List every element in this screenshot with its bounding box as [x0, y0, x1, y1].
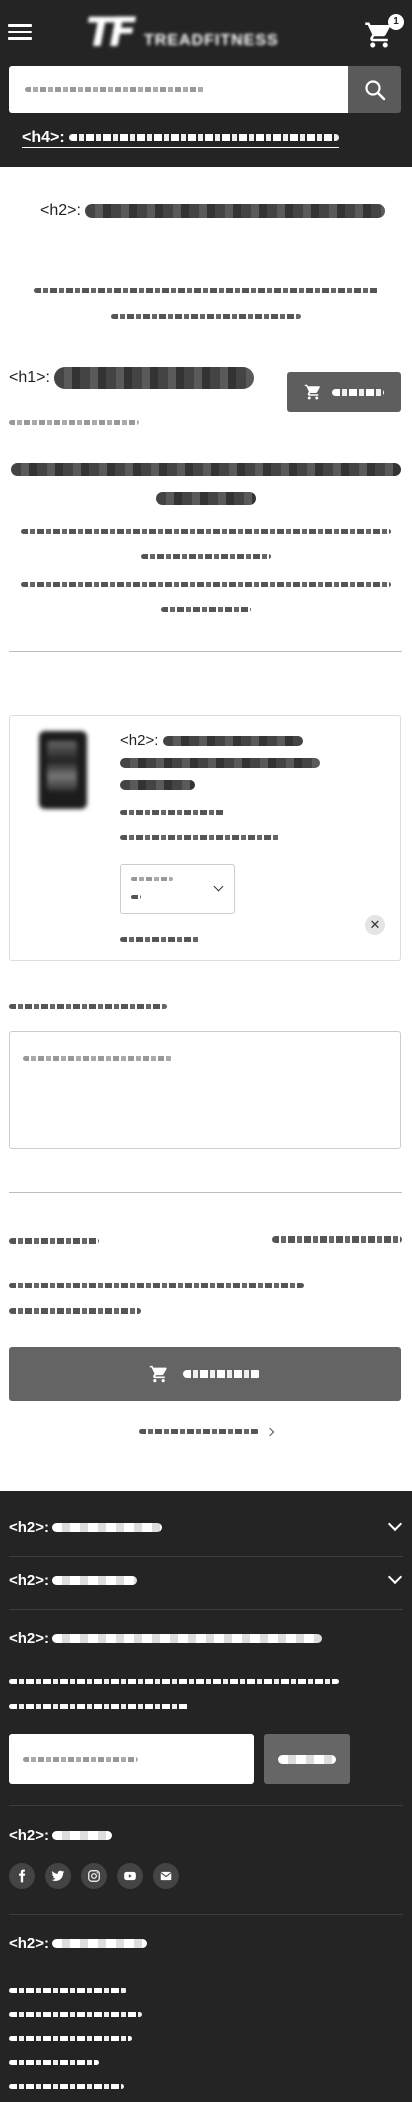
newsletter-text: [9, 1673, 339, 1691]
footer-accordion-2[interactable]: <h2>:: [9, 1572, 403, 1589]
notice-heading: <h2>:: [40, 202, 385, 220]
chevron-down-icon: [213, 881, 224, 892]
order-note-textarea[interactable]: [9, 1031, 401, 1149]
cart-icon: [149, 1365, 167, 1383]
footer-link[interactable]: [9, 2002, 142, 2026]
close-icon: ✕: [369, 917, 381, 932]
footer-accordion-1[interactable]: <h2>:: [9, 1519, 403, 1536]
site-header: TF TREADFITNESS 1 <h4>:: [0, 0, 412, 167]
product-image[interactable]: [39, 731, 87, 809]
checkout-button[interactable]: [9, 1347, 401, 1401]
email-icon[interactable]: [153, 1863, 179, 1889]
newsletter-email-input[interactable]: [9, 1734, 254, 1784]
social-links: [9, 1863, 179, 1889]
cart-button[interactable]: 1: [364, 14, 404, 50]
cart-title: <h1>:: [9, 367, 254, 389]
product-price: [120, 804, 225, 822]
quantity-select[interactable]: [120, 864, 235, 914]
footer-link[interactable]: [9, 2050, 142, 2074]
footer-link[interactable]: [9, 1978, 142, 2002]
divider: [9, 1192, 402, 1193]
remove-item-button[interactable]: ✕: [365, 915, 385, 935]
instagram-icon[interactable]: [81, 1863, 107, 1889]
notice-text: [0, 282, 412, 300]
footer-links-heading: <h2>:: [9, 1935, 403, 1952]
store-logo[interactable]: TF TREADFITNESS: [86, 10, 326, 56]
divider: [9, 651, 402, 652]
product-variant: [120, 829, 280, 847]
chevron-right-icon: [265, 1427, 275, 1437]
search-input[interactable]: [9, 66, 348, 113]
shipping-message: [0, 461, 412, 479]
twitter-icon[interactable]: [45, 1863, 71, 1889]
follow-us-heading: <h2>:: [9, 1827, 403, 1844]
order-note-label: [9, 998, 167, 1016]
search-button[interactable]: [348, 66, 401, 113]
newsletter-heading: <h2>:: [9, 1630, 403, 1647]
search-icon: [364, 79, 385, 100]
subtotal-value: [272, 1231, 402, 1249]
search-bar: [9, 66, 401, 113]
cart-icon: [304, 384, 320, 400]
facebook-icon[interactable]: [9, 1863, 35, 1889]
footer-link[interactable]: [9, 2026, 142, 2050]
checkout-button-top[interactable]: [287, 372, 401, 412]
newsletter-subscribe-button[interactable]: [264, 1734, 350, 1784]
footer-links: [9, 1978, 142, 2098]
menu-icon[interactable]: [8, 20, 32, 44]
cart-count-badge: 1: [388, 14, 404, 30]
taxes-note: [9, 1277, 304, 1295]
cart-item: <h2>: ✕: [9, 715, 401, 961]
continue-shopping-bottom-link[interactable]: [0, 1423, 412, 1441]
continue-shopping-link[interactable]: [9, 414, 139, 432]
footer-link[interactable]: [9, 2074, 142, 2098]
promo-banner[interactable]: <h4>:: [22, 129, 339, 148]
product-title[interactable]: <h2>:: [120, 730, 390, 796]
youtube-icon[interactable]: [117, 1863, 143, 1889]
subtotal-label: [9, 1232, 99, 1250]
line-total: [120, 931, 200, 949]
